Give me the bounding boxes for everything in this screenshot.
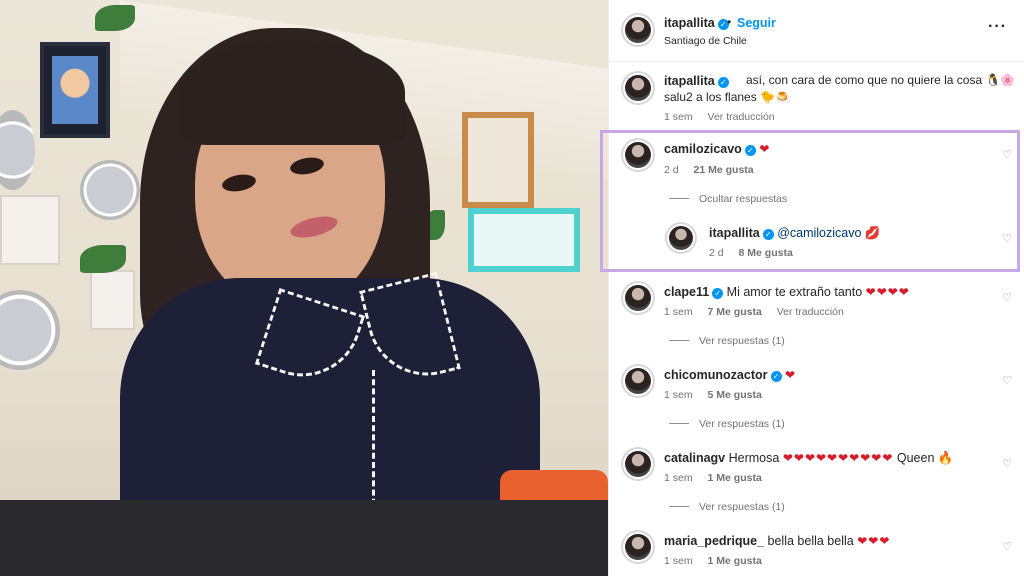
comment-time[interactable]: 1 sem — [664, 472, 693, 484]
more-horizontal-icon[interactable]: ··· — [988, 18, 1007, 36]
comment-avatar[interactable] — [625, 451, 651, 477]
separator-dot: • — [727, 15, 732, 29]
caption-avatar[interactable] — [625, 75, 651, 101]
author-avatar[interactable] — [625, 17, 651, 43]
caption-username[interactable]: itapallita ✓ — [664, 74, 729, 88]
comment-hearts: ❤❤❤❤ — [865, 285, 910, 299]
comment-username[interactable]: catalinagv Hermosa ❤❤❤❤❤❤❤❤❤❤ Queen 🔥 — [664, 451, 953, 466]
teal-shelf — [468, 208, 580, 272]
caption-time[interactable]: 1 sem — [664, 111, 693, 123]
comment-hearts: ❤❤❤ — [857, 534, 891, 548]
comment-time[interactable]: 1 sem — [664, 555, 693, 567]
sofa — [0, 500, 608, 576]
follow-button[interactable]: Seguir — [737, 16, 776, 30]
comment-avatar[interactable] — [625, 368, 651, 394]
comment-hearts: ❤❤❤❤❤❤❤❤❤❤ — [782, 451, 894, 465]
reply-time[interactable]: 2 d — [709, 247, 724, 259]
heart-outline-icon[interactable]: ♡ — [1002, 232, 1012, 245]
caption-line-1: así, con cara de como que no quiere la c… — [746, 73, 1016, 87]
reply-avatar[interactable] — [669, 226, 693, 250]
reply-text[interactable]: @camilozicavo 💋 — [777, 226, 880, 240]
caption-line-2: salu2 a los flanes 🐤🍮 — [664, 90, 790, 104]
heart-outline-icon[interactable]: ♡ — [1002, 457, 1012, 470]
comment-likes[interactable]: 1 Me gusta — [708, 555, 762, 567]
translate-link[interactable]: Ver traducción — [777, 306, 844, 318]
comment-time[interactable]: 2 d — [664, 164, 679, 176]
comment-username[interactable]: maria_pedrique_ bella bella bella ❤❤❤ — [664, 534, 890, 548]
heart-outline-icon[interactable]: ♡ — [1002, 291, 1012, 304]
caption-meta: 1 sem Ver traducción — [664, 111, 787, 123]
view-replies-button[interactable]: Ver respuestas (1) — [669, 418, 785, 430]
comment-likes[interactable]: 7 Me gusta — [708, 306, 762, 318]
verified-badge-icon: ✓ — [717, 77, 729, 88]
wall-mirror — [80, 160, 140, 220]
hide-replies-button[interactable]: Ocultar respuestas — [669, 193, 787, 205]
reply-username[interactable]: itapallita ✓ @camilozicavo 💋 — [709, 226, 880, 241]
post-header: itapallita ✓ • Seguir Santiago de Chile ·… — [609, 0, 1024, 62]
comment-time[interactable]: 1 sem — [664, 306, 693, 318]
wall-box — [0, 195, 60, 265]
comment-meta: 1 sem 1 Me gusta — [664, 555, 762, 567]
wall-picture-frame — [40, 42, 110, 138]
comment-username[interactable]: clape11 ✓ Mi amor te extraño tanto ❤❤❤❤ — [664, 285, 910, 299]
reply-likes[interactable]: 8 Me gusta — [739, 247, 793, 259]
author-username[interactable]: itapallita ✓ — [664, 16, 729, 30]
comments-panel: itapallita ✓ • Seguir Santiago de Chile ·… — [608, 0, 1024, 576]
comment-suffix: Queen 🔥 — [896, 451, 954, 465]
comment-text: Mi amor te extraño tanto — [726, 285, 863, 299]
verified-badge-icon: ✓ — [770, 371, 782, 382]
comment-likes[interactable]: 21 Me gusta — [694, 164, 754, 176]
wall-box — [90, 270, 135, 330]
comment-username[interactable]: chicomunozactor ✓ ❤ — [664, 368, 796, 382]
heart-outline-icon[interactable]: ♡ — [1002, 540, 1012, 553]
comment-likes[interactable]: 1 Me gusta — [708, 472, 762, 484]
comment-meta: 1 sem 1 Me gusta — [664, 472, 762, 484]
heart-outline-icon[interactable]: ♡ — [1002, 148, 1012, 161]
comment-time[interactable]: 1 sem — [664, 389, 693, 401]
view-replies-button[interactable]: Ver respuestas (1) — [669, 501, 785, 513]
comment-meta: 1 sem 7 Me gusta Ver traducción — [664, 306, 856, 318]
comment-meta: 2 d 21 Me gusta — [664, 164, 754, 176]
comment-meta: 1 sem 5 Me gusta — [664, 389, 762, 401]
comment-avatar[interactable] — [625, 142, 651, 168]
comment-text: Hermosa — [728, 451, 780, 465]
plant-leaf — [80, 245, 126, 273]
person-bangs — [180, 40, 405, 145]
verified-badge-icon: ✓ — [712, 288, 724, 299]
wall-mirror — [0, 110, 35, 190]
verified-badge-icon: ✓ — [762, 229, 774, 240]
comment-avatar[interactable] — [625, 285, 651, 311]
translate-link[interactable]: Ver traducción — [708, 111, 775, 123]
comment-text: ❤ — [759, 142, 771, 156]
view-replies-button[interactable]: Ver respuestas (1) — [669, 335, 785, 347]
heart-outline-icon[interactable]: ♡ — [1002, 374, 1012, 387]
post-location[interactable]: Santiago de Chile — [664, 35, 747, 47]
post-photo[interactable] — [0, 0, 608, 576]
wooden-shelf — [462, 112, 534, 208]
comment-username[interactable]: camilozicavo ✓ ❤ — [664, 142, 770, 156]
comment-likes[interactable]: 5 Me gusta — [708, 389, 762, 401]
comment-text: bella bella bella — [767, 534, 854, 548]
verified-badge-icon: ✓ — [744, 145, 756, 156]
wall-mirror — [0, 290, 60, 370]
comment-hearts: ❤ — [784, 368, 797, 382]
reply-meta: 2 d 8 Me gusta — [709, 247, 793, 259]
comment-avatar[interactable] — [625, 534, 651, 560]
plant-leaf — [95, 5, 135, 31]
